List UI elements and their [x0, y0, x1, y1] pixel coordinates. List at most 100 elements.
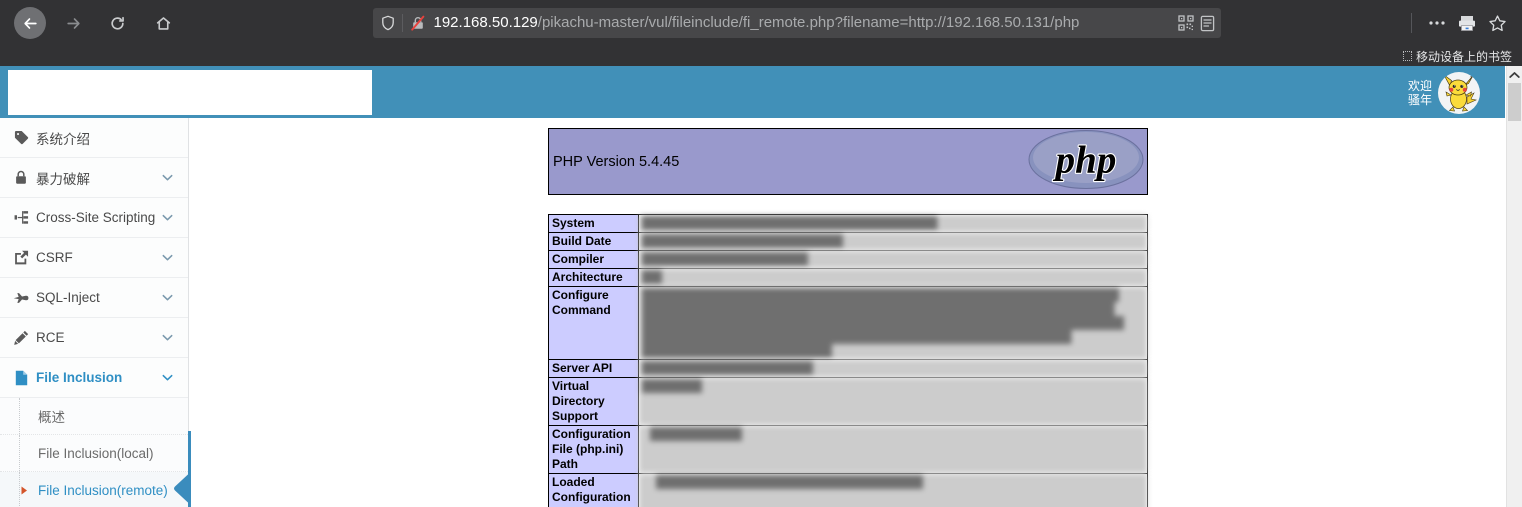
back-arrow-icon: [23, 17, 37, 29]
table-row: Loaded Configuration File: [548, 473, 1148, 507]
home-button[interactable]: [146, 6, 180, 40]
broken-lock-icon[interactable]: [410, 15, 426, 31]
reload-button[interactable]: [100, 6, 134, 40]
table-cell-key: Architecture: [548, 268, 639, 287]
scrollbar-thumb[interactable]: [1508, 83, 1521, 121]
sidebar-item-label: SQL-Inject: [36, 290, 100, 305]
address-bar[interactable]: 192.168.50.129/pikachu-master/vul/filein…: [372, 8, 1221, 38]
svg-text:php: php: [1053, 138, 1117, 181]
url-text[interactable]: 192.168.50.129/pikachu-master/vul/filein…: [432, 8, 1172, 38]
table-cell-value: [638, 214, 1148, 233]
qr-code-icon[interactable]: [1177, 15, 1194, 31]
sidebar-subitem-file-inclusion-remote[interactable]: File Inclusion(remote): [0, 472, 189, 507]
site-logo-box[interactable]: [8, 70, 372, 115]
site-header-banner: 欢迎 骚年: [0, 66, 1506, 118]
folder-icon: [1402, 51, 1412, 61]
php-version-label: PHP Version 5.4.45: [553, 153, 680, 170]
table-row: Architecture: [548, 268, 1148, 287]
sidebar-item-intro[interactable]: 系统介绍: [0, 118, 188, 158]
phpinfo-table-body: System Build Date Compiler Architecture …: [548, 214, 1148, 507]
table-cell-value: [638, 377, 1148, 426]
external-link-icon: [12, 250, 30, 265]
urlbar-container: 192.168.50.129/pikachu-master/vul/filein…: [190, 8, 1407, 38]
sidebar-item-label: RCE: [36, 330, 65, 345]
bookmark-label: 移动设备上的书签: [1415, 49, 1512, 64]
chevron-down-icon[interactable]: [161, 171, 174, 184]
forward-button[interactable]: [56, 6, 90, 40]
sidebar-subitem-label: File Inclusion(local): [38, 445, 154, 461]
table-cell-key: Server API: [548, 359, 639, 378]
sidebar-item-label: 系统介绍: [36, 131, 90, 147]
chevron-down-icon[interactable]: [161, 371, 174, 384]
table-row: Configure Command: [548, 286, 1148, 360]
plane-icon: [12, 291, 30, 305]
table-row: Compiler: [548, 250, 1148, 269]
php-version-banner: PHP Version 5.4.45 php: [548, 128, 1148, 195]
table-cell-value: [638, 473, 1148, 507]
page-viewport: 欢迎 骚年 系统介绍 暴力破解 Cross-Site Scripting CSR…: [0, 66, 1522, 507]
bookmark-item-mobile[interactable]: 移动设备上的书签: [1402, 48, 1512, 65]
sidebar-submenu-file-inclusion: 概述 File Inclusion(local) File Inclusion(…: [0, 398, 189, 507]
browser-chrome: 192.168.50.129/pikachu-master/vul/filein…: [0, 0, 1522, 66]
chevron-down-icon[interactable]: [161, 331, 174, 344]
chevron-down-icon[interactable]: [161, 291, 174, 304]
active-pointer-icon: [174, 473, 189, 507]
tag-icon: [12, 130, 30, 145]
sidebar-subitem-label: File Inclusion(remote): [38, 482, 168, 498]
sidebar-item-label: File Inclusion: [36, 370, 123, 385]
toolbar-divider: [1411, 13, 1412, 33]
welcome-badge[interactable]: 欢迎 骚年: [1408, 70, 1492, 116]
table-cell-value: [638, 268, 1148, 287]
table-row: Virtual Directory Support: [548, 377, 1148, 426]
shield-icon[interactable]: [381, 15, 395, 31]
table-cell-value: [638, 286, 1148, 360]
phpinfo-output: PHP Version 5.4.45 php System Build Date…: [548, 128, 1148, 507]
sidebar-item-label: 暴力破解: [36, 171, 90, 187]
bookmark-star-icon[interactable]: [1482, 8, 1512, 38]
scroll-up-button[interactable]: [1507, 66, 1522, 83]
sidebar-item-xss[interactable]: Cross-Site Scripting: [0, 198, 188, 238]
navigation-toolbar: 192.168.50.129/pikachu-master/vul/filein…: [0, 0, 1522, 46]
sidebar-navigation: 系统介绍 暴力破解 Cross-Site Scripting CSRF SQL-…: [0, 118, 191, 507]
bookmarks-toolbar: 移动设备上的书签: [0, 46, 1522, 66]
table-cell-value: [638, 425, 1148, 474]
table-cell-key: Build Date: [548, 232, 639, 251]
urlbar-icons: [1171, 14, 1221, 32]
sidebar-item-label: CSRF: [36, 250, 73, 265]
sidebar-active-accent-bar: [188, 431, 191, 507]
sidebar-item-file-inclusion[interactable]: File Inclusion: [0, 358, 188, 398]
table-row: Configuration File (php.ini) Path: [548, 425, 1148, 474]
sidebar-item-brute-force[interactable]: 暴力破解: [0, 158, 188, 198]
sidebar-item-rce[interactable]: RCE: [0, 318, 188, 358]
chevron-down-icon[interactable]: [161, 251, 174, 264]
table-cell-key: Configure Command: [548, 286, 639, 360]
table-row: System: [548, 214, 1148, 233]
url-path: /pikachu-master/vul/fileinclude/fi_remot…: [537, 14, 1080, 31]
sidebar-item-sql-inject[interactable]: SQL-Inject: [0, 278, 188, 318]
phpinfo-table: System Build Date Compiler Architecture …: [548, 214, 1148, 507]
save-to-pocket-icon[interactable]: [1452, 8, 1482, 38]
tree-guide-line: [19, 435, 20, 471]
table-cell-value: [638, 232, 1148, 251]
sidebar-item-label: Cross-Site Scripting: [36, 210, 156, 225]
sidebar-subitem-file-inclusion-local[interactable]: File Inclusion(local): [0, 435, 188, 472]
forward-arrow-icon: [66, 17, 80, 29]
identity-box[interactable]: [373, 12, 432, 34]
chevron-down-icon[interactable]: [161, 211, 174, 224]
table-cell-key: Configuration File (php.ini) Path: [548, 425, 639, 474]
sidebar-subitem-overview[interactable]: 概述: [0, 398, 188, 435]
file-icon: [12, 370, 30, 386]
lock-icon: [12, 170, 30, 185]
page-scrollbar[interactable]: [1506, 66, 1522, 507]
sidebar-item-csrf[interactable]: CSRF: [0, 238, 188, 278]
tree-guide-line: [19, 398, 20, 434]
table-cell-key: Virtual Directory Support: [548, 377, 639, 426]
page-actions-menu-icon[interactable]: [1422, 8, 1452, 38]
reader-mode-icon[interactable]: [1200, 15, 1215, 32]
welcome-label: 欢迎 骚年: [1408, 79, 1433, 107]
back-button[interactable]: [14, 7, 46, 39]
php-logo-icon: php: [1027, 128, 1145, 195]
pencil-icon: [12, 330, 30, 345]
table-cell-key: System: [548, 214, 639, 233]
sitemap-icon: [12, 210, 30, 225]
